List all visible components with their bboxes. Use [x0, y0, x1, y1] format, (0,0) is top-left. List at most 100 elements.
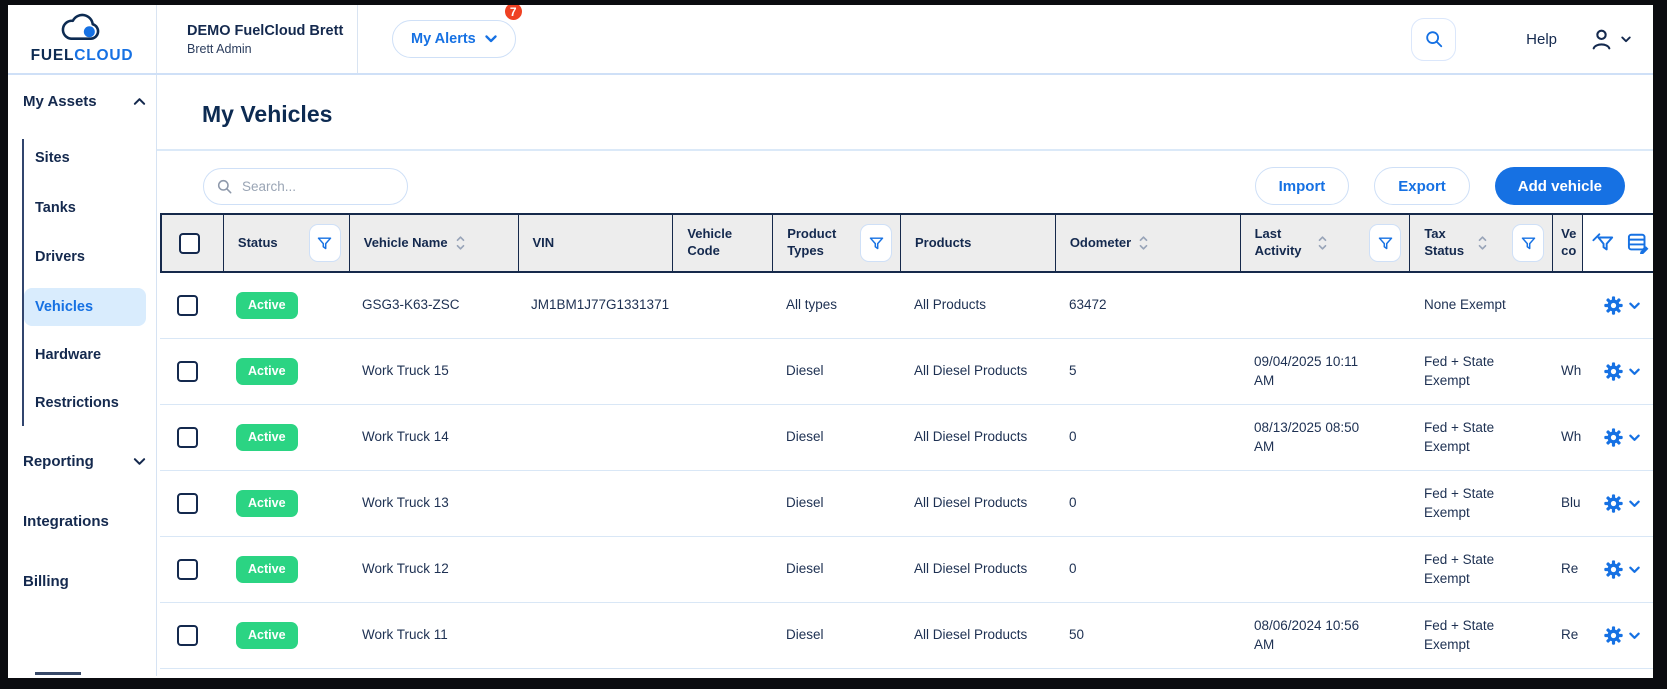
cell-actions: [1583, 273, 1653, 338]
cell-vehicle_color: Re: [1553, 603, 1583, 668]
column-header-odometer[interactable]: Odometer: [1056, 215, 1241, 271]
sidebar-item-sites[interactable]: Sites: [35, 146, 70, 170]
cell-tax_status: Fed + State Exempt: [1410, 603, 1553, 668]
cell-actions: [1583, 339, 1653, 404]
table-toolbar: Import Export Add vehicle: [157, 167, 1653, 205]
main-content: My Vehicles Import Export Add vehicle St…: [157, 75, 1653, 676]
sort-toggle-vehicle_name[interactable]: [455, 233, 466, 253]
status-badge: Active: [236, 358, 298, 385]
column-header-vehicle_name[interactable]: Vehicle Name: [350, 215, 519, 271]
user-menu[interactable]: [1589, 27, 1631, 52]
vehicle_color-value: Re: [1561, 560, 1578, 578]
cell-vin: [517, 339, 672, 404]
cell-vehicle_code: [672, 273, 772, 338]
row-actions-menu[interactable]: [1603, 361, 1640, 382]
filter-button-tax_status[interactable]: [1512, 224, 1544, 262]
sidebar-item-restrictions[interactable]: Restrictions: [35, 391, 119, 415]
row-checkbox[interactable]: [177, 559, 198, 580]
product_types-value: Diesel: [786, 626, 824, 644]
sort-toggle-odometer[interactable]: [1138, 233, 1149, 253]
edit-columns-button[interactable]: [1627, 232, 1651, 254]
sidebar-item-billing[interactable]: Billing: [23, 573, 146, 590]
sort-toggle-last_activity[interactable]: [1317, 233, 1328, 253]
sort-toggle-tax_status[interactable]: [1477, 233, 1488, 253]
search-icon: [1424, 29, 1444, 49]
cell-odometer: 0: [1055, 405, 1240, 470]
table-row[interactable]: ActiveWork Truck 15DieselAll Diesel Prod…: [160, 339, 1653, 405]
cell-product_types: Diesel: [772, 603, 900, 668]
import-button[interactable]: Import: [1255, 167, 1350, 205]
cell-select: [160, 405, 222, 470]
row-checkbox[interactable]: [177, 295, 198, 316]
table-row[interactable]: ActiveWork Truck 11DieselAll Diesel Prod…: [160, 603, 1653, 669]
row-actions-menu[interactable]: [1603, 559, 1640, 580]
fuelcloud-wordmark: FUELCLOUD: [31, 47, 134, 65]
cell-vehicle_color: Wh: [1553, 339, 1583, 404]
clear-filters-button[interactable]: [1591, 232, 1615, 254]
row-actions-menu[interactable]: [1603, 427, 1640, 448]
row-checkbox[interactable]: [177, 625, 198, 646]
cell-tax_status: Fed + State Exempt: [1410, 339, 1553, 404]
cell-odometer: 50: [1055, 603, 1240, 668]
table-row[interactable]: ActiveWork Truck 13DieselAll Diesel Prod…: [160, 471, 1653, 537]
last_activity-value: 08/06/2024 10:56 AM: [1254, 617, 1372, 653]
row-actions-menu[interactable]: [1603, 625, 1640, 646]
fuelcloud-logo[interactable]: FUELCLOUD: [8, 5, 157, 73]
table-header-row: StatusVehicle NameVINVehicle CodeProduct…: [160, 213, 1653, 273]
table-row[interactable]: ActiveGSG3-K63-ZSCJM1BM1J77G1331371All t…: [160, 273, 1653, 339]
sidebar-item-tanks[interactable]: Tanks: [35, 196, 76, 220]
column-header-products[interactable]: Products: [901, 215, 1056, 271]
column-label: Last Activity: [1255, 226, 1310, 260]
cell-vehicle_name: Work Truck 11: [348, 603, 517, 668]
column-header-product_types[interactable]: Product Types: [773, 215, 901, 271]
row-checkbox[interactable]: [177, 427, 198, 448]
sidebar-item-integrations[interactable]: Integrations: [23, 513, 146, 530]
column-header-status[interactable]: Status: [224, 215, 350, 271]
cell-product_types: Diesel: [772, 339, 900, 404]
products-value: All Diesel Products: [914, 494, 1027, 512]
sort-arrows-icon: [1477, 233, 1488, 253]
account-role: Brett Admin: [187, 42, 357, 56]
sidebar-item-reporting[interactable]: Reporting: [23, 453, 146, 470]
odometer-value: 50: [1069, 626, 1084, 644]
filter-funnel-icon: [1377, 235, 1394, 252]
sidebar-item-vehicles[interactable]: Vehicles: [24, 288, 146, 326]
cell-vehicle_code: [672, 537, 772, 602]
cell-vehicle_color: Re: [1553, 537, 1583, 602]
help-link[interactable]: Help: [1526, 31, 1557, 48]
column-header-vehicle_code[interactable]: Vehicle Code: [673, 215, 773, 271]
row-actions-menu[interactable]: [1603, 295, 1640, 316]
column-label: Status: [238, 235, 278, 252]
add-vehicle-button[interactable]: Add vehicle: [1495, 167, 1625, 205]
filter-button-product_types[interactable]: [860, 224, 892, 262]
filter-funnel-icon: [1520, 235, 1537, 252]
column-header-last_activity[interactable]: Last Activity: [1241, 215, 1411, 271]
cell-products: All Products: [900, 273, 1055, 338]
row-checkbox[interactable]: [177, 493, 198, 514]
my-alerts-button[interactable]: My Alerts: [392, 20, 516, 58]
sidebar-item-hardware[interactable]: Hardware: [35, 343, 101, 367]
row-actions-menu[interactable]: [1603, 493, 1640, 514]
row-checkbox[interactable]: [177, 361, 198, 382]
cell-product_types: Diesel: [772, 405, 900, 470]
table-row[interactable]: ActiveWork Truck 14DieselAll Diesel Prod…: [160, 405, 1653, 471]
search-input[interactable]: [203, 168, 408, 205]
column-header-tax_status[interactable]: Tax Status: [1410, 215, 1553, 271]
select-all-checkbox[interactable]: [179, 233, 200, 254]
filter-button-status[interactable]: [309, 224, 341, 262]
chevron-down-icon: [1629, 500, 1640, 508]
cell-vin: JM1BM1J77G1331371: [517, 273, 672, 338]
cell-vehicle_name: Work Truck 12: [348, 537, 517, 602]
sidebar-item-drivers[interactable]: Drivers: [35, 245, 85, 269]
export-button[interactable]: Export: [1374, 167, 1470, 205]
filter-button-last_activity[interactable]: [1369, 224, 1401, 262]
products-value: All Products: [914, 296, 986, 314]
cell-actions: [1583, 405, 1653, 470]
column-header-vin[interactable]: VIN: [519, 215, 674, 271]
table-row[interactable]: ActiveWork Truck 12DieselAll Diesel Prod…: [160, 537, 1653, 603]
cell-last_activity: 09/04/2025 10:11 AM: [1240, 339, 1410, 404]
cell-tax_status: Fed + State Exempt: [1410, 471, 1553, 536]
column-header-vehicle_color[interactable]: Ve co: [1553, 215, 1583, 271]
cell-status: Active: [222, 471, 348, 536]
global-search-button[interactable]: [1411, 18, 1456, 61]
